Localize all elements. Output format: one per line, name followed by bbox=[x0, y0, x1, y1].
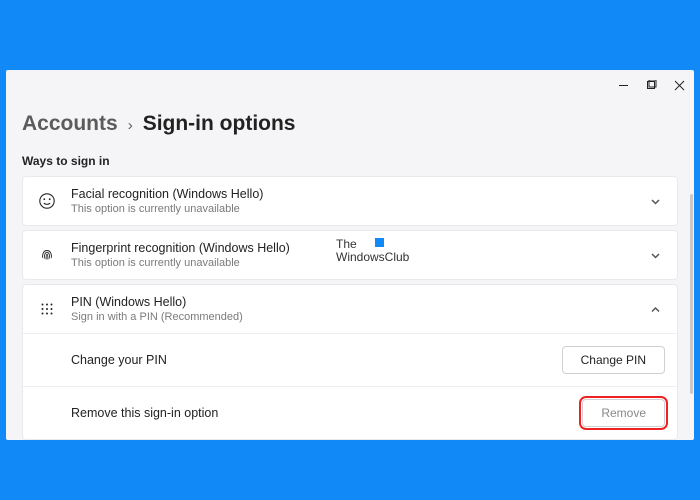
titlebar bbox=[6, 70, 694, 100]
chevron-right-icon: › bbox=[128, 117, 133, 134]
option-face-sub: This option is currently unavailable bbox=[71, 203, 645, 215]
option-pin-text: PIN (Windows Hello) Sign in with a PIN (… bbox=[71, 295, 645, 323]
remove-pin-row: Remove this sign-in option Remove bbox=[23, 386, 677, 439]
chevron-down-icon bbox=[645, 196, 665, 207]
option-fingerprint-card: Fingerprint recognition (Windows Hello) … bbox=[22, 230, 678, 280]
remove-pin-button[interactable]: Remove bbox=[582, 399, 665, 427]
fingerprint-icon bbox=[35, 246, 59, 264]
face-icon bbox=[35, 192, 59, 210]
close-button[interactable] bbox=[672, 78, 686, 92]
option-pin-card: PIN (Windows Hello) Sign in with a PIN (… bbox=[22, 284, 678, 440]
remove-pin-label: Remove this sign-in option bbox=[71, 406, 582, 420]
change-pin-row: Change your PIN Change PIN bbox=[23, 333, 677, 386]
minimize-button[interactable] bbox=[616, 78, 630, 92]
option-face-card: Facial recognition (Windows Hello) This … bbox=[22, 176, 678, 226]
option-fingerprint-sub: This option is currently unavailable bbox=[71, 257, 645, 269]
content-area: Accounts › Sign-in options Ways to sign … bbox=[6, 100, 694, 440]
option-face-text: Facial recognition (Windows Hello) This … bbox=[71, 187, 645, 215]
breadcrumb-parent[interactable]: Accounts bbox=[22, 112, 118, 136]
scrollbar[interactable] bbox=[690, 194, 693, 394]
option-face-title: Facial recognition (Windows Hello) bbox=[71, 187, 645, 201]
option-fingerprint-text: Fingerprint recognition (Windows Hello) … bbox=[71, 241, 645, 269]
settings-window: Accounts › Sign-in options Ways to sign … bbox=[6, 70, 694, 440]
pin-keypad-icon bbox=[35, 300, 59, 318]
option-face-row[interactable]: Facial recognition (Windows Hello) This … bbox=[23, 177, 677, 225]
option-pin-sub: Sign in with a PIN (Recommended) bbox=[71, 311, 645, 323]
page-title: Sign-in options bbox=[143, 112, 296, 136]
change-pin-label: Change your PIN bbox=[71, 353, 562, 367]
option-fingerprint-title: Fingerprint recognition (Windows Hello) bbox=[71, 241, 645, 255]
option-pin-title: PIN (Windows Hello) bbox=[71, 295, 645, 309]
chevron-up-icon bbox=[645, 304, 665, 315]
change-pin-button[interactable]: Change PIN bbox=[562, 346, 665, 374]
section-title: Ways to sign in bbox=[22, 154, 678, 168]
maximize-button[interactable] bbox=[644, 78, 658, 92]
option-fingerprint-row[interactable]: Fingerprint recognition (Windows Hello) … bbox=[23, 231, 677, 279]
option-pin-row[interactable]: PIN (Windows Hello) Sign in with a PIN (… bbox=[23, 285, 677, 333]
breadcrumb: Accounts › Sign-in options bbox=[22, 100, 678, 154]
chevron-down-icon bbox=[645, 250, 665, 261]
